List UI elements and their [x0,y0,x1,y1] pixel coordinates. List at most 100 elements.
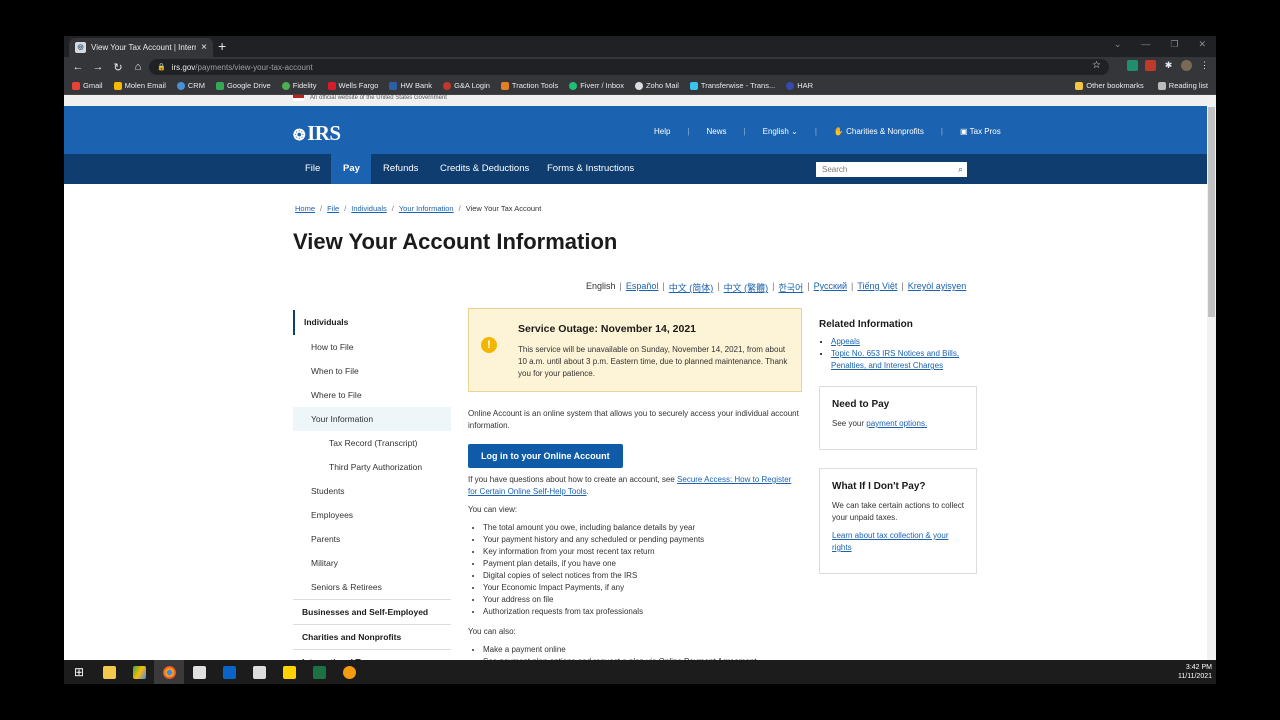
close-tab-icon[interactable]: × [201,42,207,53]
mail-icon[interactable] [184,660,214,684]
menu-forms-instructions[interactable]: Forms & Instructions [535,154,646,184]
chat-icon[interactable] [244,660,274,684]
search-input[interactable]: Search ⌕ [816,162,967,177]
charities-label: Charities & Nonprofits [846,127,924,136]
bookmark-transferwise[interactable]: Transferwise - Trans... [689,81,775,90]
file-explorer-icon[interactable] [94,660,124,684]
search-icon[interactable]: ⌕ [958,162,963,177]
bookmark-hw-bank[interactable]: HW Bank [389,81,432,90]
restore-icon[interactable]: ❐ [1170,39,1178,50]
bookmark-gmail[interactable]: Gmail [72,81,103,90]
bookmark-fiverr[interactable]: Fiverr / Inbox [569,81,624,90]
sidebar-item-parents[interactable]: Parents [293,527,451,551]
news-link[interactable]: News [707,127,727,136]
irs-logo[interactable]: ❂IRS [293,121,341,146]
bookmark-molen-email[interactable]: Molen Email [113,81,166,90]
reload-icon[interactable]: ↻ [108,61,128,74]
reading-list[interactable]: Reading list [1157,81,1208,90]
bookmark-google-drive[interactable]: Google Drive [215,81,271,90]
breadcrumb-file[interactable]: File [327,204,339,213]
gov-banner: An official website of the United States… [64,95,1207,106]
web-page: An official website of the United States… [64,95,1207,684]
minimize-icon[interactable]: — [1141,39,1150,50]
bookmark-ga-login[interactable]: G&A Login [443,81,490,90]
page-scrollbar[interactable] [1207,95,1216,684]
extension-icon[interactable] [1145,60,1156,71]
topic-653-link[interactable]: Topic No. 653 IRS Notices and Bills, Pen… [831,349,959,370]
lang-spanish[interactable]: Español [626,281,659,294]
payment-options-link[interactable]: payment options. [866,419,927,428]
browser-tab[interactable]: ◎ View Your Tax Account | Internal R × [69,38,213,57]
appeals-link[interactable]: Appeals [831,337,860,346]
extension-icon[interactable] [1127,60,1138,71]
outlook-icon[interactable] [214,660,244,684]
lang-chinese-traditional[interactable]: 中文 (繁體) [724,281,769,294]
menu-credits-deductions[interactable]: Credits & Deductions [428,154,541,184]
menu-kebab-icon[interactable]: ⋮ [1199,60,1210,71]
bookmark-traction-tools[interactable]: Traction Tools [500,81,558,90]
fiverr-icon [569,81,578,90]
chevron-down-icon[interactable]: ⌄ [1114,39,1122,50]
sidebar-item-employees[interactable]: Employees [293,503,451,527]
close-window-icon[interactable]: ✕ [1198,39,1206,50]
tax-collection-link[interactable]: Learn about tax collection & your rights [832,531,949,552]
sidebar-item-seniors-retirees[interactable]: Seniors & Retirees [293,575,451,599]
chrome-icon[interactable] [154,660,184,684]
bookmark-zoho-mail[interactable]: Zoho Mail [634,81,679,90]
login-online-account-button[interactable]: Log in to your Online Account [468,444,623,468]
system-clock[interactable]: 3:42 PM 11/11/2021 [1178,663,1212,681]
sidebar-item-students[interactable]: Students [293,479,451,503]
tax-pros-link[interactable]: ▣ Tax Pros [960,127,1001,136]
address-bar[interactable]: 🔒 irs.gov/payments/view-your-tax-account… [149,59,1109,75]
new-tab-button[interactable]: + [218,38,226,55]
sidebar-item-military[interactable]: Military [293,551,451,575]
bookmark-har[interactable]: HAR [786,81,813,90]
lang-chinese-simplified[interactable]: 中文 (简体) [669,281,714,294]
bookmark-fidelity[interactable]: Fidelity [281,81,317,90]
bookmark-label: Molen Email [124,81,166,90]
menu-refunds[interactable]: Refunds [371,154,430,184]
help-link[interactable]: Help [654,127,670,136]
back-arrow-icon[interactable]: ← [68,61,88,73]
lang-vietnamese[interactable]: Tiếng Việt [857,281,897,294]
breadcrumb-your-information[interactable]: Your Information [399,204,454,213]
bookmark-label: HAR [797,81,814,90]
windows-icon [113,81,122,90]
breadcrumb-sep: / [458,204,461,213]
other-bookmarks[interactable]: Other bookmarks [1075,81,1144,90]
excel-icon[interactable] [304,660,334,684]
wells-fargo-icon [327,81,336,90]
lang-korean[interactable]: 한국어 [778,281,803,294]
sidebar-item-third-party-authorization[interactable]: Third Party Authorization [293,455,451,479]
puzzle-icon[interactable]: ✱ [1163,60,1174,71]
bookmark-wells-fargo[interactable]: Wells Fargo [327,81,378,90]
home-icon[interactable]: ⌂ [128,61,148,73]
menu-file[interactable]: File [293,154,332,184]
lang-haitian-creole[interactable]: Kreyòl ayisyen [908,281,967,294]
app-icon[interactable] [334,660,364,684]
google-drive-icon[interactable] [124,660,154,684]
sidebar-item-individuals[interactable]: Individuals [293,310,451,335]
bookmark-star-icon[interactable]: ☆ [1092,60,1101,71]
sidebar-item-how-to-file[interactable]: How to File [293,335,451,359]
lang-russian[interactable]: Русский [814,281,847,294]
menu-pay[interactable]: Pay [331,154,371,184]
bookmark-crm[interactable]: CRM [176,81,205,90]
profile-avatar[interactable] [1181,60,1192,71]
language-dropdown[interactable]: English ⌄ [763,127,798,136]
sidebar-section-businesses[interactable]: Businesses and Self-Employed [293,599,451,624]
breadcrumb-individuals[interactable]: Individuals [351,204,386,213]
charities-link[interactable]: ✋ Charities & Nonprofits [834,127,924,136]
reading-list-icon [1157,81,1166,90]
clock-date: 11/11/2021 [1178,673,1212,680]
sidebar-item-your-information[interactable]: Your Information [293,407,451,431]
sidebar-item-when-to-file[interactable]: When to File [293,359,451,383]
sidebar-item-where-to-file[interactable]: Where to File [293,383,451,407]
windows-start-icon[interactable]: ⊞ [64,660,94,684]
sticky-notes-icon[interactable] [274,660,304,684]
sidebar-item-tax-record[interactable]: Tax Record (Transcript) [293,431,451,455]
sidebar-section-charities[interactable]: Charities and Nonprofits [293,624,451,649]
scrollbar-thumb[interactable] [1208,107,1215,317]
forward-arrow-icon[interactable]: → [88,61,108,73]
breadcrumb-home[interactable]: Home [295,204,315,213]
